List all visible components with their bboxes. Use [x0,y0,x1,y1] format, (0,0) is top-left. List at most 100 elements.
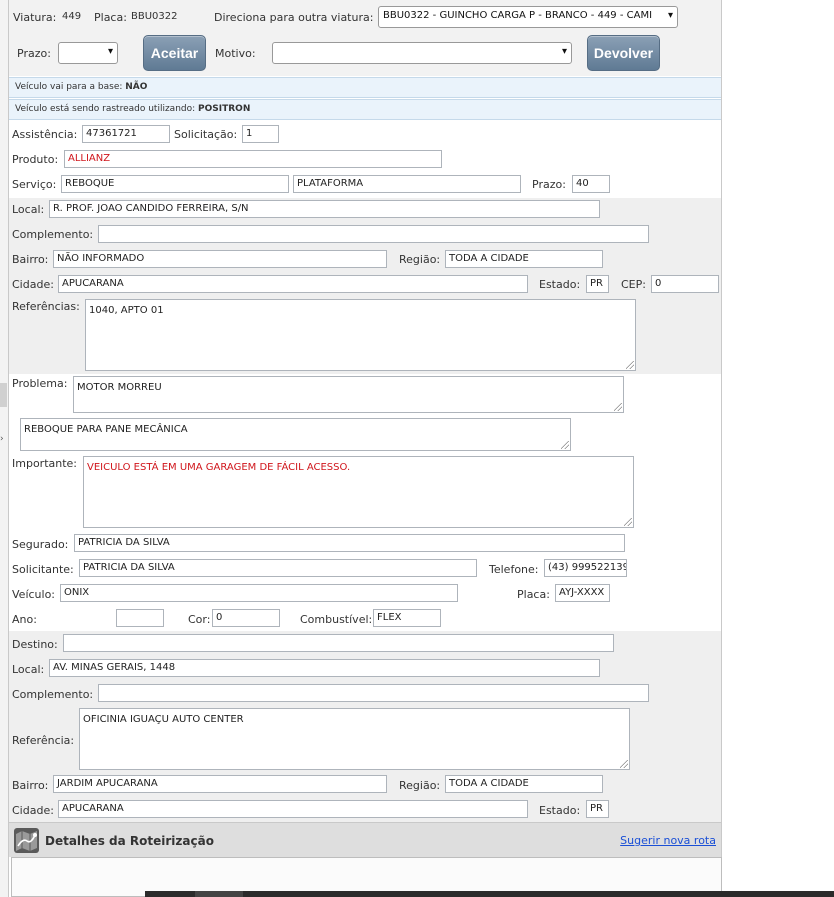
destino-complemento-label: Complemento: [12,688,94,701]
map-route-icon [14,828,39,853]
left-splitter[interactable]: › [0,0,9,897]
destino-regiao-label: Região: [399,779,441,792]
destino-referencia-textarea[interactable]: OFICINIA IGUAÇU AUTO CENTER [79,708,630,770]
importante-label: Importante: [12,457,78,470]
service-detail-panel: Viatura: 449 Placa: BBU0322 Direciona pa… [9,0,722,897]
resize-handle-icon[interactable] [614,403,622,411]
cidade-label: Cidade: [12,278,54,291]
collapse-arrow-icon[interactable]: › [0,434,4,444]
telefone-label: Telefone: [489,563,539,576]
placa-value: BBU0322 [131,11,178,22]
sugerir-rota-link[interactable]: Sugerir nova rota [620,834,716,847]
chevron-down-icon: ▾ [561,46,567,57]
veiculo-field[interactable]: ONIX [60,584,458,602]
telefone-field[interactable]: (43) 999522139 [544,559,627,577]
prazo-label: Prazo: [17,47,51,60]
complemento-field[interactable] [98,225,649,243]
servico-field[interactable]: REBOQUE [61,175,289,193]
cep-field[interactable]: 0 [651,275,719,293]
produto-label: Produto: [12,153,59,166]
destino-regiao-field[interactable]: TODA A CIDADE [445,775,603,793]
cep-label: CEP: [621,278,646,291]
destino-referencia-label: Referência: [12,734,75,747]
detalhe-textarea[interactable]: REBOQUE PARA PANE MECÂNICA [20,418,571,451]
motivo-label: Motivo: [215,47,256,60]
viatura-value: 449 [62,11,82,22]
roteirizacao-title: Detalhes da Roteirização [45,834,214,848]
bairro-field[interactable]: NÃO INFORMADO [53,250,387,268]
destino-cidade-field[interactable]: APUCARANA [58,800,528,818]
importante-text: VEICULO ESTÁ EM UMA GARAGEM DE FÁCIL ACE… [87,462,351,473]
resize-handle-icon[interactable] [620,760,628,768]
estado-field[interactable]: PR [586,275,609,293]
destino-estado-field[interactable]: PR [586,800,609,818]
solicitacao-field[interactable]: 1 [242,125,279,143]
roteirizacao-header: Detalhes da Roteirização Sugerir nova ro… [9,822,721,857]
detalhe-text: REBOQUE PARA PANE MECÂNICA [24,424,188,435]
regiao-field[interactable]: TODA A CIDADE [445,250,603,268]
importante-textarea[interactable]: VEICULO ESTÁ EM UMA GARAGEM DE FÁCIL ACE… [83,456,634,528]
resize-handle-icon[interactable] [561,441,569,449]
destino-local-field[interactable]: AV. MINAS GERAIS, 1448 [49,659,600,677]
direciona-label: Direciona para outra viatura: [214,11,374,24]
referencias-label: Referências: [12,300,80,313]
local-field[interactable]: R. PROF. JOAO CANDIDO FERREIRA, S/N [49,200,600,218]
resize-handle-icon[interactable] [624,518,632,526]
direciona-select[interactable]: BBU0322 - GUINCHO CARGA P - BRANCO - 449… [378,6,678,28]
base-info-text: Veículo vai para a base: [15,82,123,92]
assistencia-label: Assistência: [12,128,78,141]
prazo-min-label: Prazo: [532,178,566,191]
destino-complemento-field[interactable] [98,684,649,702]
destino-bairro-field[interactable]: JARDIM APUCARANA [53,775,387,793]
local-label: Local: [12,203,45,216]
direciona-selected: BBU0322 - GUINCHO CARGA P - BRANCO - 449… [383,10,653,21]
destino-referencia-text: OFICINIA IGUAÇU AUTO CENTER [83,714,244,725]
devolver-button[interactable]: Devolver [587,35,660,71]
combustivel-field[interactable]: FLEX [373,609,441,627]
destino-field[interactable] [63,634,614,652]
problema-textarea[interactable]: MOTOR MORREU [73,376,624,413]
chevron-down-icon: ▾ [107,46,113,57]
cidade-field[interactable]: APUCARANA [58,275,528,293]
cor-field[interactable]: 0 [212,609,280,627]
complemento-label: Complemento: [12,228,94,241]
taskbar-item[interactable] [195,891,243,897]
resize-handle-icon[interactable] [626,361,634,369]
taskbar-strip [145,891,834,897]
segurado-label: Segurado: [12,538,69,551]
solicitante-field[interactable]: PATRICIA DA SILVA [79,559,477,577]
tracking-info-text: Veículo está sendo rastreado utilizando: [15,104,196,114]
veiculo-label: Veículo: [12,588,56,601]
motivo-select[interactable]: ▾ [272,42,572,64]
ano-label: Ano: [12,613,37,626]
base-info-value: NÃO [125,82,148,92]
cor-label: Cor: [188,613,211,626]
placa-veiculo-field[interactable]: AYJ-XXXX [555,584,610,602]
aceitar-button[interactable]: Aceitar [143,35,206,71]
tracking-info-value: POSITRON [198,104,251,114]
viatura-label: Viatura: [13,11,57,24]
base-info: Veículo vai para a base: NÃO [9,77,721,98]
solicitante-label: Solicitante: [12,563,74,576]
destino-cidade-label: Cidade: [12,804,54,817]
placa-veiculo-label: Placa: [517,588,550,601]
placa-label: Placa: [94,11,127,24]
bairro-label: Bairro: [12,253,49,266]
chevron-down-icon: ▾ [667,10,673,21]
splitter-handle[interactable] [0,383,7,407]
destino-bairro-label: Bairro: [12,779,49,792]
produto-field[interactable]: ALLIANZ [64,150,442,168]
referencias-textarea[interactable]: 1040, APTO 01 [85,299,636,371]
prazo-min-field[interactable]: 40 [572,175,610,193]
problema-label: Problema: [12,377,68,390]
servico-label: Serviço: [12,178,57,191]
ano-field[interactable] [116,609,164,627]
combustivel-label: Combustível: [300,613,373,626]
assistencia-field[interactable]: 47361721 [82,125,170,143]
solicitacao-label: Solicitação: [174,128,238,141]
destino-label: Destino: [12,638,58,651]
destino-local-label: Local: [12,663,45,676]
prazo-select[interactable]: ▾ [58,42,118,64]
servico-tipo-field[interactable]: PLATAFORMA [293,175,521,193]
segurado-field[interactable]: PATRICIA DA SILVA [74,534,625,552]
